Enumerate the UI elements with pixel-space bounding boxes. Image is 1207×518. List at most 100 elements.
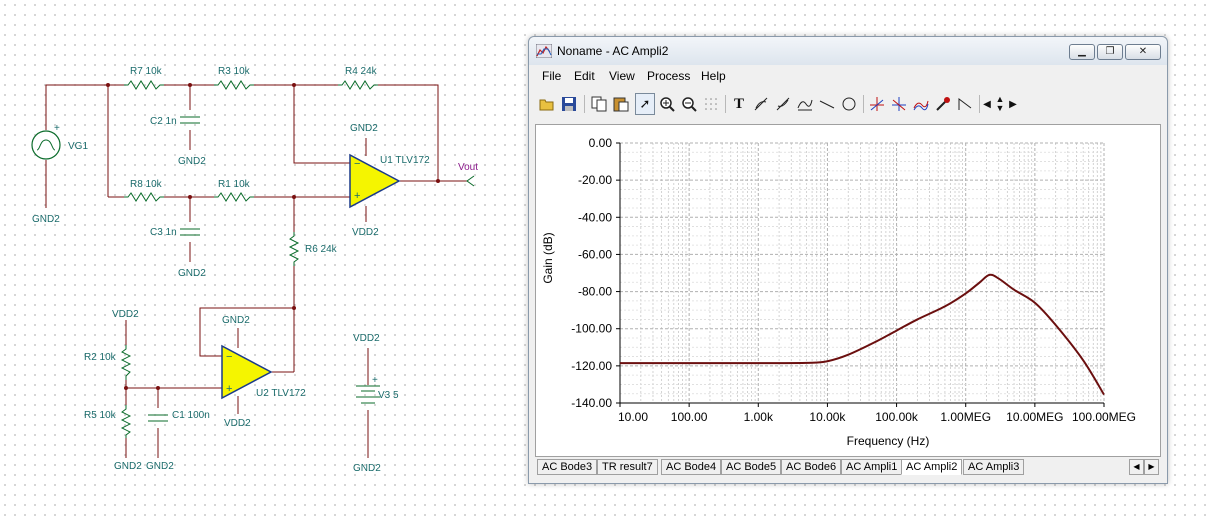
open-icon (539, 99, 554, 111)
y-tick-label: -60.00 (578, 247, 612, 261)
tab-ac-ampli3[interactable]: AC Ampli3 (963, 459, 1025, 475)
label-c1: C1 100n (172, 410, 210, 421)
menu-file[interactable]: File (542, 69, 561, 83)
zoom-out-icon (682, 97, 697, 112)
app-icon (536, 44, 552, 58)
copy-icon (591, 96, 607, 112)
cursor-a-button[interactable] (751, 93, 771, 115)
label-gnd-r5: GND2 (114, 461, 142, 472)
x-tick-label: 10.00k (809, 410, 846, 424)
plot-ticks: 10.00 100.00 1.00k 10.00k 100.00k 1.00MEG 10.0… (571, 136, 1136, 424)
scroll-updown-button[interactable]: ▲ ▼ (993, 93, 1007, 115)
capacitor-c3[interactable] (180, 228, 200, 236)
resistor-r3[interactable] (214, 80, 254, 90)
label-vdd-u1: VDD2 (352, 227, 379, 238)
menu-edit[interactable]: Edit (574, 69, 595, 83)
tab-scroll-left[interactable]: ◀ (1129, 459, 1144, 475)
curve-icon (797, 99, 813, 111)
resistor-r1[interactable] (214, 192, 254, 202)
wave-button[interactable] (911, 93, 931, 115)
tab-ac-bode4[interactable]: AC Bode4 (661, 459, 722, 475)
wires (45, 84, 468, 458)
window-title: Noname - AC Ampli2 (557, 44, 669, 58)
save-button[interactable] (559, 93, 579, 115)
x-tick-label: 10.00MEG (1006, 410, 1063, 424)
scroll-right-button[interactable]: ▶ (1007, 93, 1019, 115)
curve-button[interactable] (795, 93, 815, 115)
marker-b-button[interactable] (889, 93, 909, 115)
scroll-left-button[interactable]: ◀ (981, 93, 993, 115)
resistor-r7[interactable] (124, 80, 164, 90)
pointer-button[interactable]: ➚ (635, 93, 655, 115)
circle-icon (842, 97, 856, 111)
resistor-r5[interactable] (120, 405, 132, 438)
label-r7: R7 10k (130, 66, 163, 77)
schematic-canvas[interactable]: + + − + − + R7 10k R3 10k R4 24k C2 1n G… (0, 0, 520, 518)
open-button[interactable] (537, 93, 557, 115)
tab-ac-bode6[interactable]: AC Bode6 (781, 459, 842, 475)
y-tick-label: -120.00 (571, 359, 612, 373)
tab-tr-result7[interactable]: TR result7 (597, 459, 658, 475)
copy-button[interactable] (589, 93, 609, 115)
ac-analysis-window[interactable]: Noname - AC Ampli2 ▁ ❐ ✕ File Edit View … (528, 36, 1168, 484)
tab-ac-bode3[interactable]: AC Bode3 (537, 459, 598, 475)
tab-scroll-right[interactable]: ▶ (1144, 459, 1159, 475)
svg-text:+: + (372, 375, 378, 386)
capacitor-c1[interactable] (148, 414, 168, 422)
label-c2: C2 1n (150, 116, 177, 127)
svg-text:+: + (354, 190, 360, 202)
cursor-b-button[interactable] (773, 93, 793, 115)
label-vout: Vout (458, 162, 478, 173)
menu-view[interactable]: View (609, 69, 635, 83)
marker-a-button[interactable] (867, 93, 887, 115)
label-vdd-v3: VDD2 (353, 333, 380, 344)
zoom-in-button[interactable] (657, 93, 677, 115)
title-bar[interactable]: Noname - AC Ampli2 ▁ ❐ ✕ (529, 37, 1167, 65)
label-r5: R5 10k (84, 410, 117, 421)
tab-scroll-left-icon: ◀ (1133, 462, 1140, 471)
maximize-button[interactable]: ❐ (1097, 44, 1123, 60)
resistor-r8[interactable] (124, 192, 164, 202)
label-c3: C3 1n (150, 227, 177, 238)
grid-button[interactable] (701, 93, 721, 115)
minimize-icon: ▁ (1078, 46, 1086, 57)
label-vdd-r2: VDD2 (112, 309, 139, 320)
vout-terminal[interactable] (466, 175, 475, 187)
tab-scroll-right-icon: ▶ (1148, 462, 1155, 471)
zoom-out-button[interactable] (679, 93, 699, 115)
text-button[interactable]: T (729, 93, 749, 115)
paste-button[interactable] (611, 93, 631, 115)
ramp-icon (958, 98, 972, 110)
arrow-updown-icon: ▲ ▼ (995, 94, 1005, 113)
toolbar: ➚ T ◀ ▲ ▼ ▶ (535, 92, 1161, 118)
label-gnd-c2: GND2 (178, 156, 206, 167)
resistor-r6[interactable] (288, 232, 300, 266)
label-vdd-u2: VDD2 (224, 418, 251, 429)
capacitor-c2[interactable] (180, 116, 200, 124)
minimize-button[interactable]: ▁ (1069, 44, 1095, 60)
resistor-r2[interactable] (120, 345, 132, 380)
bode-plot[interactable]: 10.00 100.00 1.00k 10.00k 100.00k 1.00MEG 10.0… (535, 124, 1161, 457)
save-icon (562, 97, 576, 111)
x-tick-label: 100.00k (875, 410, 919, 424)
svg-text:−: − (354, 158, 360, 170)
resistor-r4[interactable] (338, 80, 378, 90)
tab-ac-ampli2[interactable]: AC Ampli2 (901, 459, 963, 475)
x-tick-label: 1.00k (744, 410, 774, 424)
y-tick-label: -100.00 (571, 322, 612, 336)
grid-icon (705, 98, 717, 110)
label-v3: V3 5 (378, 390, 399, 401)
x-axis-label: Frequency (Hz) (847, 434, 930, 448)
ramp-button[interactable] (955, 93, 975, 115)
menu-process[interactable]: Process (647, 69, 690, 83)
circle-button[interactable] (839, 93, 859, 115)
close-button[interactable]: ✕ (1125, 44, 1161, 60)
menu-help[interactable]: Help (701, 69, 726, 83)
bode-plot-svg[interactable]: 10.00 100.00 1.00k 10.00k 100.00k 1.00MEG 10.0… (536, 125, 1160, 456)
label-r8: R8 10k (130, 179, 163, 190)
probe-button[interactable] (933, 93, 953, 115)
line-button[interactable] (817, 93, 837, 115)
tab-ac-ampli1[interactable]: AC Ampli1 (841, 459, 903, 475)
tab-ac-bode5[interactable]: AC Bode5 (721, 459, 782, 475)
cursor-a-icon (754, 97, 768, 111)
